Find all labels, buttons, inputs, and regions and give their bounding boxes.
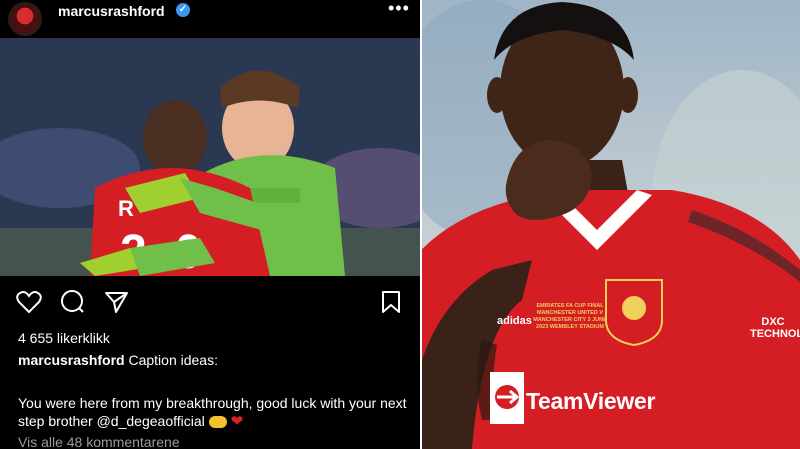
caption-username[interactable]: marcusrashford [18,352,125,368]
player-photo [422,0,800,449]
handshake-emoji-icon [208,416,227,429]
shirt-sponsor-logo: TeamViewer [526,388,656,414]
post-username[interactable]: marcusrashford [58,2,165,20]
post-photo[interactable]: R 2 0 [0,38,422,276]
svg-text:R: R [118,196,134,221]
share-icon[interactable] [104,290,130,314]
bookmark-icon[interactable] [380,290,402,314]
heart-icon[interactable] [16,290,42,314]
sleeve-sponsor-logo: DXC TECHNOLOGY [750,316,800,340]
match-commemoration-text: EMIRATES FA CUP FINAL MANCHESTER UNITED … [533,303,607,330]
composite-image: marcusrashford ✓ ••• R 2 0 [0,0,800,449]
instagram-post: marcusrashford ✓ ••• R 2 0 [0,0,422,449]
caption-title: Caption ideas: [128,352,218,368]
more-horizontal-icon[interactable]: ••• [388,0,410,19]
brand-logo: adidas [497,315,532,327]
player-illustration [422,0,800,449]
view-comments-link[interactable]: Vis alle 48 kommentarene [18,434,180,449]
avatar[interactable] [10,4,40,34]
likes-count[interactable]: 4 655 likerklikk [18,330,110,346]
post-header: marcusrashford ✓ ••• [0,0,422,38]
post-actions [0,282,422,322]
verified-badge-icon: ✓ [176,3,190,17]
caption-header: marcusrashford Caption ideas: [18,352,218,368]
heart-emoji-icon: ❤ [230,413,244,431]
comment-icon[interactable] [60,290,86,314]
caption-body: You were here from my breakthrough, good… [18,394,410,431]
players-hug-illustration: R 2 0 [0,38,422,276]
